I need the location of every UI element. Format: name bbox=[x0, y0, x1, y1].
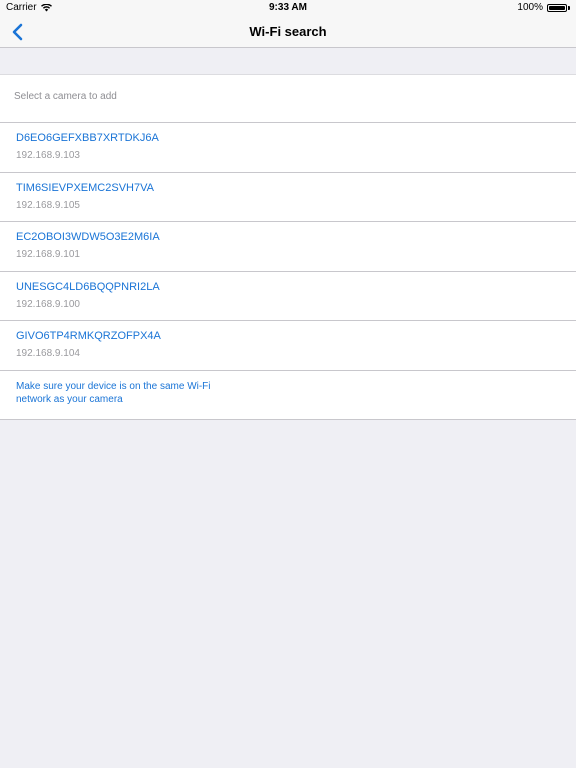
camera-row[interactable]: TIM6SIEVPXEMC2SVH7VA 192.168.9.105 bbox=[0, 173, 576, 222]
camera-ip: 192.168.9.101 bbox=[16, 249, 80, 260]
status-right: 100% bbox=[517, 2, 570, 13]
navigation-bar: Wi-Fi search bbox=[0, 16, 576, 48]
section-header-label: Select a camera to add bbox=[14, 91, 117, 102]
camera-row[interactable]: GIVO6TP4RMKQRZOFPX4A 192.168.9.104 bbox=[0, 321, 576, 371]
camera-name: D6EO6GEFXBB7XRTDKJ6A bbox=[16, 132, 159, 144]
battery-fill bbox=[549, 5, 565, 10]
camera-list-panel: Select a camera to add D6EO6GEFXBB7XRTDK… bbox=[0, 74, 576, 420]
camera-row[interactable]: D6EO6GEFXBB7XRTDKJ6A 192.168.9.103 bbox=[0, 123, 576, 173]
page-title: Wi-Fi search bbox=[249, 24, 327, 39]
camera-row[interactable]: EC2OBOI3WDW5O3E2M6IA 192.168.9.101 bbox=[0, 222, 576, 272]
camera-ip: 192.168.9.103 bbox=[16, 150, 80, 161]
status-time: 9:33 AM bbox=[269, 2, 307, 13]
camera-ip: 192.168.9.104 bbox=[16, 348, 80, 359]
camera-name: GIVO6TP4RMKQRZOFPX4A bbox=[16, 330, 161, 342]
battery-percent: 100% bbox=[517, 2, 543, 13]
camera-name: UNESGC4LD6BQQPNRI2LA bbox=[16, 280, 160, 293]
camera-ip: 192.168.9.105 bbox=[16, 199, 80, 211]
network-hint: Make sure your device is on the same Wi-… bbox=[0, 371, 576, 419]
camera-name: TIM6SIEVPXEMC2SVH7VA bbox=[16, 181, 154, 194]
battery-tip bbox=[568, 5, 570, 10]
battery-icon bbox=[547, 3, 567, 12]
camera-name: EC2OBOI3WDW5O3E2M6IA bbox=[16, 231, 160, 243]
status-bar: Carrier 9:33 AM 100% bbox=[0, 0, 576, 16]
camera-ip: 192.168.9.100 bbox=[16, 298, 80, 310]
network-hint-text: Make sure your device is on the same Wi-… bbox=[16, 380, 211, 405]
section-header: Select a camera to add bbox=[0, 75, 576, 123]
camera-row[interactable]: UNESGC4LD6BQQPNRI2LA 192.168.9.100 bbox=[0, 272, 576, 321]
